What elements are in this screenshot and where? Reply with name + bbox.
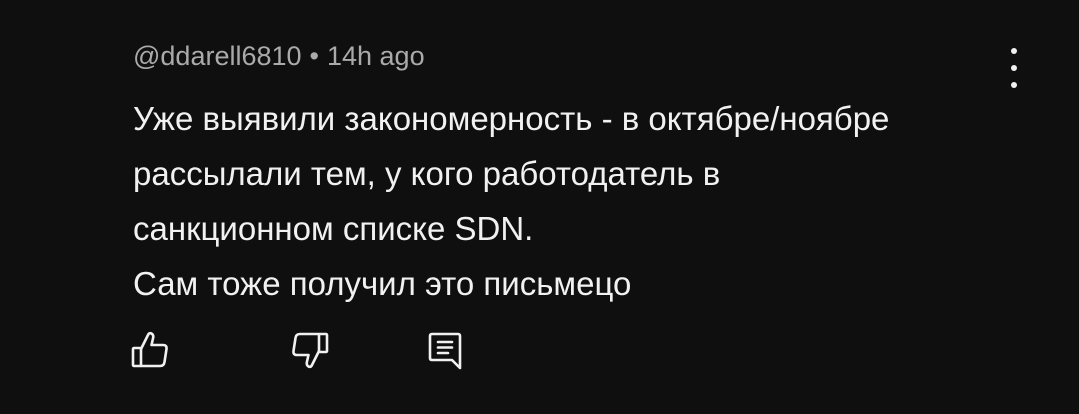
reply-button[interactable] [413, 318, 477, 382]
comment-text: Уже выявили закономерность - в октябре/н… [133, 91, 1013, 311]
more-vertical-icon [1011, 82, 1017, 88]
thumbs-up-icon [131, 331, 168, 368]
reply-comment-icon [428, 332, 462, 370]
thumbs-down-icon [292, 332, 329, 369]
more-options-button[interactable] [996, 48, 1032, 88]
more-vertical-icon [1011, 48, 1017, 54]
comment-text-line: рассылали тем, у кого работодатель в [133, 155, 721, 192]
comment-text-line: Уже выявили закономерность - в октябре/н… [133, 100, 890, 137]
comment-text-line: Сам тоже получил это письмецо [133, 265, 632, 302]
comment: @ddarell6810 • 14h ago Уже выявили законом… [133, 38, 1013, 311]
dislike-button[interactable] [278, 318, 342, 382]
comment-text-line: санкционном списке SDN. [133, 210, 534, 247]
comment-time[interactable]: 14h ago [327, 41, 425, 71]
like-button[interactable] [118, 318, 182, 382]
comment-header: @ddarell6810 • 14h ago [133, 38, 1013, 74]
author-handle[interactable]: @ddarell6810 [133, 41, 302, 71]
meta-separator: • [309, 41, 319, 71]
more-vertical-icon [1011, 65, 1017, 71]
